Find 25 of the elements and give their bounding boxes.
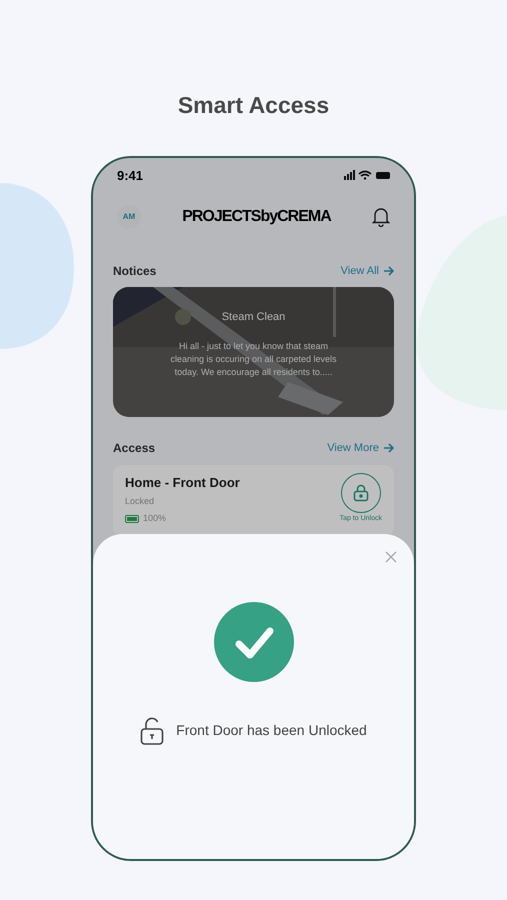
section-title: Notices	[113, 263, 156, 280]
view-all-link[interactable]: View All	[340, 262, 394, 280]
unlocked-padlock-icon	[140, 716, 164, 746]
page-heading: Smart Access	[178, 91, 330, 120]
arrow-right-icon	[383, 266, 394, 276]
door-name: Home - Front Door	[125, 474, 240, 492]
avatar[interactable]: AM	[117, 205, 141, 229]
close-icon	[385, 550, 397, 562]
battery-level: 100%	[143, 512, 166, 525]
lock-button[interactable]	[340, 473, 381, 513]
brand-logo: PROJECTSbyCREMA	[182, 207, 331, 227]
unlock-message: Front Door has been Unlocked	[176, 721, 367, 740]
lock-icon	[352, 484, 369, 502]
status-icons	[344, 170, 390, 180]
close-button[interactable]	[384, 550, 398, 564]
notice-title: Steam Clean	[222, 310, 286, 325]
success-check-icon	[214, 602, 294, 682]
door-status: Locked	[125, 494, 156, 508]
notice-body: Hi all - just to let you know that steam cleaning is occuring on all carpeted levels today. We encourage all residents to.....	[169, 340, 338, 378]
bell-icon[interactable]	[372, 207, 390, 227]
view-more-link[interactable]: View More	[327, 440, 394, 456]
section-title: Access	[113, 440, 156, 457]
battery-icon	[125, 514, 139, 523]
arrow-right-icon	[383, 443, 394, 453]
status-time: 9:41	[117, 166, 144, 184]
